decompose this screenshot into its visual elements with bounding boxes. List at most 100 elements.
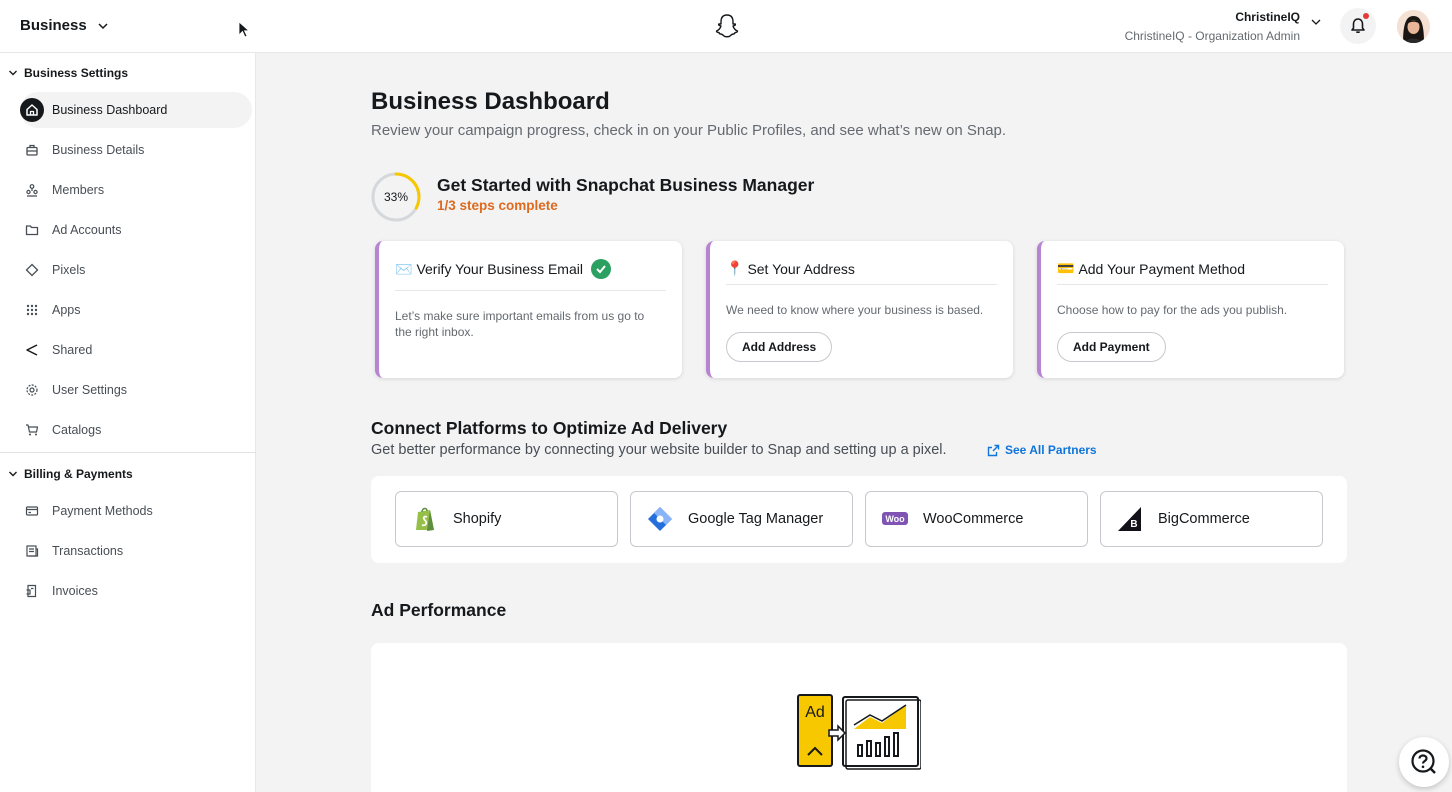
sidebar-item-transactions[interactable]: Transactions	[20, 533, 252, 569]
grid-icon	[20, 298, 44, 322]
credit-card-icon: 💳	[1057, 260, 1075, 276]
platform-label: Shopify	[453, 511, 502, 527]
top-bar: Business ChristineIQ ChristineIQ - Organ…	[0, 0, 1452, 53]
sidebar-item-label: Payment Methods	[52, 504, 153, 518]
home-icon	[20, 98, 44, 122]
sidebar-item-business-dashboard[interactable]: Business Dashboard	[20, 92, 252, 128]
section-label: Billing & Payments	[24, 467, 133, 481]
platform-label: BigCommerce	[1158, 511, 1250, 527]
card-description: Let’s make sure important emails from us…	[395, 309, 645, 339]
members-icon	[20, 178, 44, 202]
bigcommerce-icon: B	[1117, 506, 1143, 532]
user-name: ChristineIQ	[1235, 10, 1300, 24]
shopify-icon	[412, 506, 438, 532]
platform-bigcommerce[interactable]: B BigCommerce	[1100, 491, 1323, 547]
business-switcher[interactable]: Business	[20, 17, 109, 34]
sidebar-item-label: Business Dashboard	[52, 103, 168, 117]
chevron-down-icon[interactable]	[1310, 16, 1322, 28]
platform-label: Google Tag Manager	[688, 511, 824, 527]
add-address-button[interactable]: Add Address	[726, 332, 833, 362]
card-divider	[395, 290, 666, 291]
sidebar-item-members[interactable]: Members	[20, 172, 252, 208]
user-role: ChristineIQ - Organization Admin	[1124, 29, 1300, 43]
set-address-card: 📍 Set Your Address We need to know where…	[706, 241, 1013, 378]
card-description: Choose how to pay for the ads you publis…	[1057, 303, 1288, 317]
sidebar-item-pixels[interactable]: Pixels	[20, 252, 252, 288]
notification-dot	[1363, 13, 1369, 19]
diamond-icon	[20, 258, 44, 282]
sidebar-item-ad-accounts[interactable]: Ad Accounts	[20, 212, 252, 248]
see-all-partners-link[interactable]: See All Partners	[987, 443, 1097, 457]
platform-label: WooCommerce	[923, 511, 1024, 527]
bell-icon	[1351, 18, 1365, 34]
platform-shopify[interactable]: Shopify	[395, 491, 618, 547]
invoice-icon	[20, 579, 44, 603]
external-link-icon	[987, 444, 1000, 456]
page-title: Business Dashboard	[371, 88, 610, 115]
card-description: We need to know where your business is b…	[726, 303, 984, 317]
see-all-partners-label: See All Partners	[1005, 443, 1097, 457]
google-tag-manager-icon	[647, 506, 673, 532]
pin-icon: 📍	[726, 260, 744, 276]
woocommerce-icon: Woo	[882, 506, 908, 532]
sidebar-item-apps[interactable]: Apps	[20, 292, 252, 328]
svg-text:B: B	[1130, 519, 1137, 530]
help-button[interactable]	[1399, 737, 1449, 787]
chevron-down-icon	[98, 22, 108, 29]
steps-complete-label: 1/3 steps complete	[437, 198, 558, 213]
card-title: 📍 Set Your Address	[726, 260, 855, 277]
connect-platforms-subtitle: Get better performance by connecting you…	[371, 442, 947, 458]
sidebar-item-label: User Settings	[52, 383, 128, 397]
card-title-text: Set Your Address	[747, 260, 855, 277]
card-divider	[726, 284, 997, 285]
ad-performance-illustration: Ad	[797, 694, 921, 770]
sidebar-item-label: Catalogs	[52, 423, 102, 437]
main-content: Business Dashboard Review your campaign …	[256, 53, 1452, 792]
envelope-icon: ✉️	[395, 260, 413, 277]
cart-icon	[20, 418, 44, 442]
sidebar-item-label: Invoices	[52, 584, 98, 598]
card-title-text: Verify Your Business Email	[416, 261, 583, 277]
share-icon	[20, 338, 44, 362]
get-started-title: Get Started with Snapchat Business Manag…	[437, 175, 815, 195]
sidebar-item-business-details[interactable]: Business Details	[20, 132, 252, 168]
section-billing-payments[interactable]: Billing & Payments	[8, 467, 133, 481]
sidebar-item-shared[interactable]: Shared	[20, 332, 252, 368]
sidebar-item-user-settings[interactable]: User Settings	[20, 372, 252, 408]
platform-woocommerce[interactable]: Woo WooCommerce	[865, 491, 1088, 547]
sidebar-item-label: Apps	[52, 303, 81, 317]
card-divider	[1057, 284, 1328, 285]
snapchat-ghost-icon[interactable]	[714, 13, 740, 39]
sidebar-item-payment-methods[interactable]: Payment Methods	[20, 493, 252, 529]
ad-performance-panel: Ad	[371, 643, 1347, 792]
notifications-button[interactable]	[1340, 8, 1376, 44]
card-title-text: Add Your Payment Method	[1078, 260, 1245, 277]
help-icon	[1411, 749, 1436, 774]
section-label: Business Settings	[24, 66, 129, 80]
card-title: 💳 Add Your Payment Method	[1057, 260, 1245, 277]
avatar-image	[1397, 10, 1430, 43]
platform-google-tag-manager[interactable]: Google Tag Manager	[630, 491, 853, 547]
payment-method-card: 💳 Add Your Payment Method Choose how to …	[1037, 241, 1344, 378]
chevron-down-icon	[9, 70, 17, 76]
sidebar-item-catalogs[interactable]: Catalogs	[20, 412, 252, 448]
chevron-down-icon	[9, 471, 17, 477]
sidebar-item-label: Members	[52, 183, 105, 197]
credit-card-icon	[20, 499, 44, 523]
avatar[interactable]	[1397, 10, 1430, 43]
platforms-panel: Shopify Google Tag Manager Woo WooCommer…	[371, 476, 1347, 563]
receipt-icon	[20, 539, 44, 563]
business-switcher-label: Business	[20, 17, 87, 34]
section-business-settings[interactable]: Business Settings	[8, 66, 128, 80]
page-subtitle: Review your campaign progress, check in …	[371, 122, 1007, 139]
sidebar-item-invoices[interactable]: Invoices	[20, 573, 252, 609]
sidebar-item-label: Pixels	[52, 263, 86, 277]
briefcase-icon	[20, 138, 44, 162]
ad-performance-title: Ad Performance	[371, 600, 507, 620]
add-payment-button[interactable]: Add Payment	[1057, 332, 1166, 362]
gear-icon	[20, 378, 44, 402]
user-menu[interactable]: ChristineIQ ChristineIQ - Organization A…	[1125, 10, 1300, 43]
connect-platforms-title: Connect Platforms to Optimize Ad Deliver…	[371, 418, 728, 438]
sidebar: Business Settings Business Dashboard Bus…	[0, 53, 256, 792]
sidebar-item-label: Ad Accounts	[52, 223, 122, 237]
